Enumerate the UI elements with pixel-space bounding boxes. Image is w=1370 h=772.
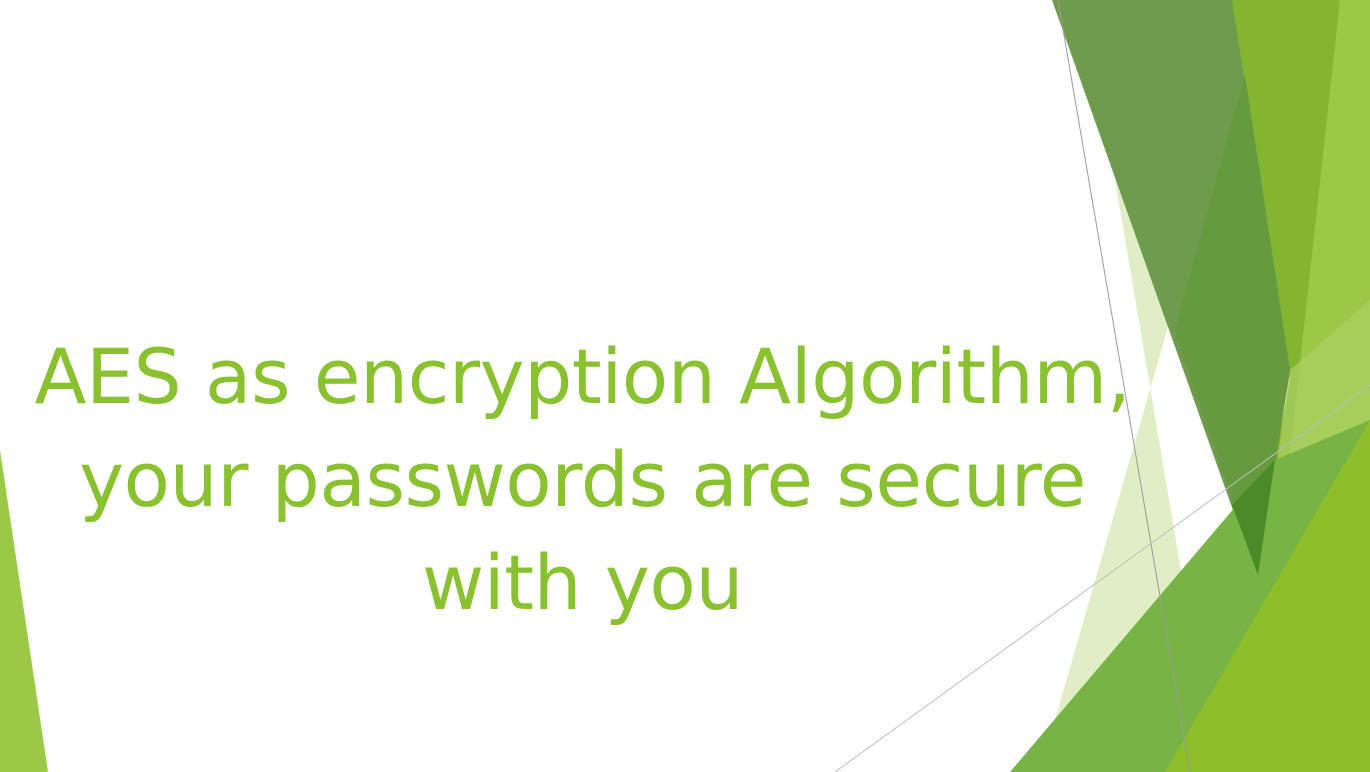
title-line-2: your passwords are secure bbox=[79, 435, 1086, 524]
title-line-1: AES as encryption Algorithm, bbox=[34, 332, 1131, 421]
slide-title: AES as encryption Algorithm, your passwo… bbox=[0, 325, 1165, 634]
slide: AES as encryption Algorithm, your passwo… bbox=[0, 0, 1370, 772]
title-line-3: with you bbox=[421, 538, 744, 627]
